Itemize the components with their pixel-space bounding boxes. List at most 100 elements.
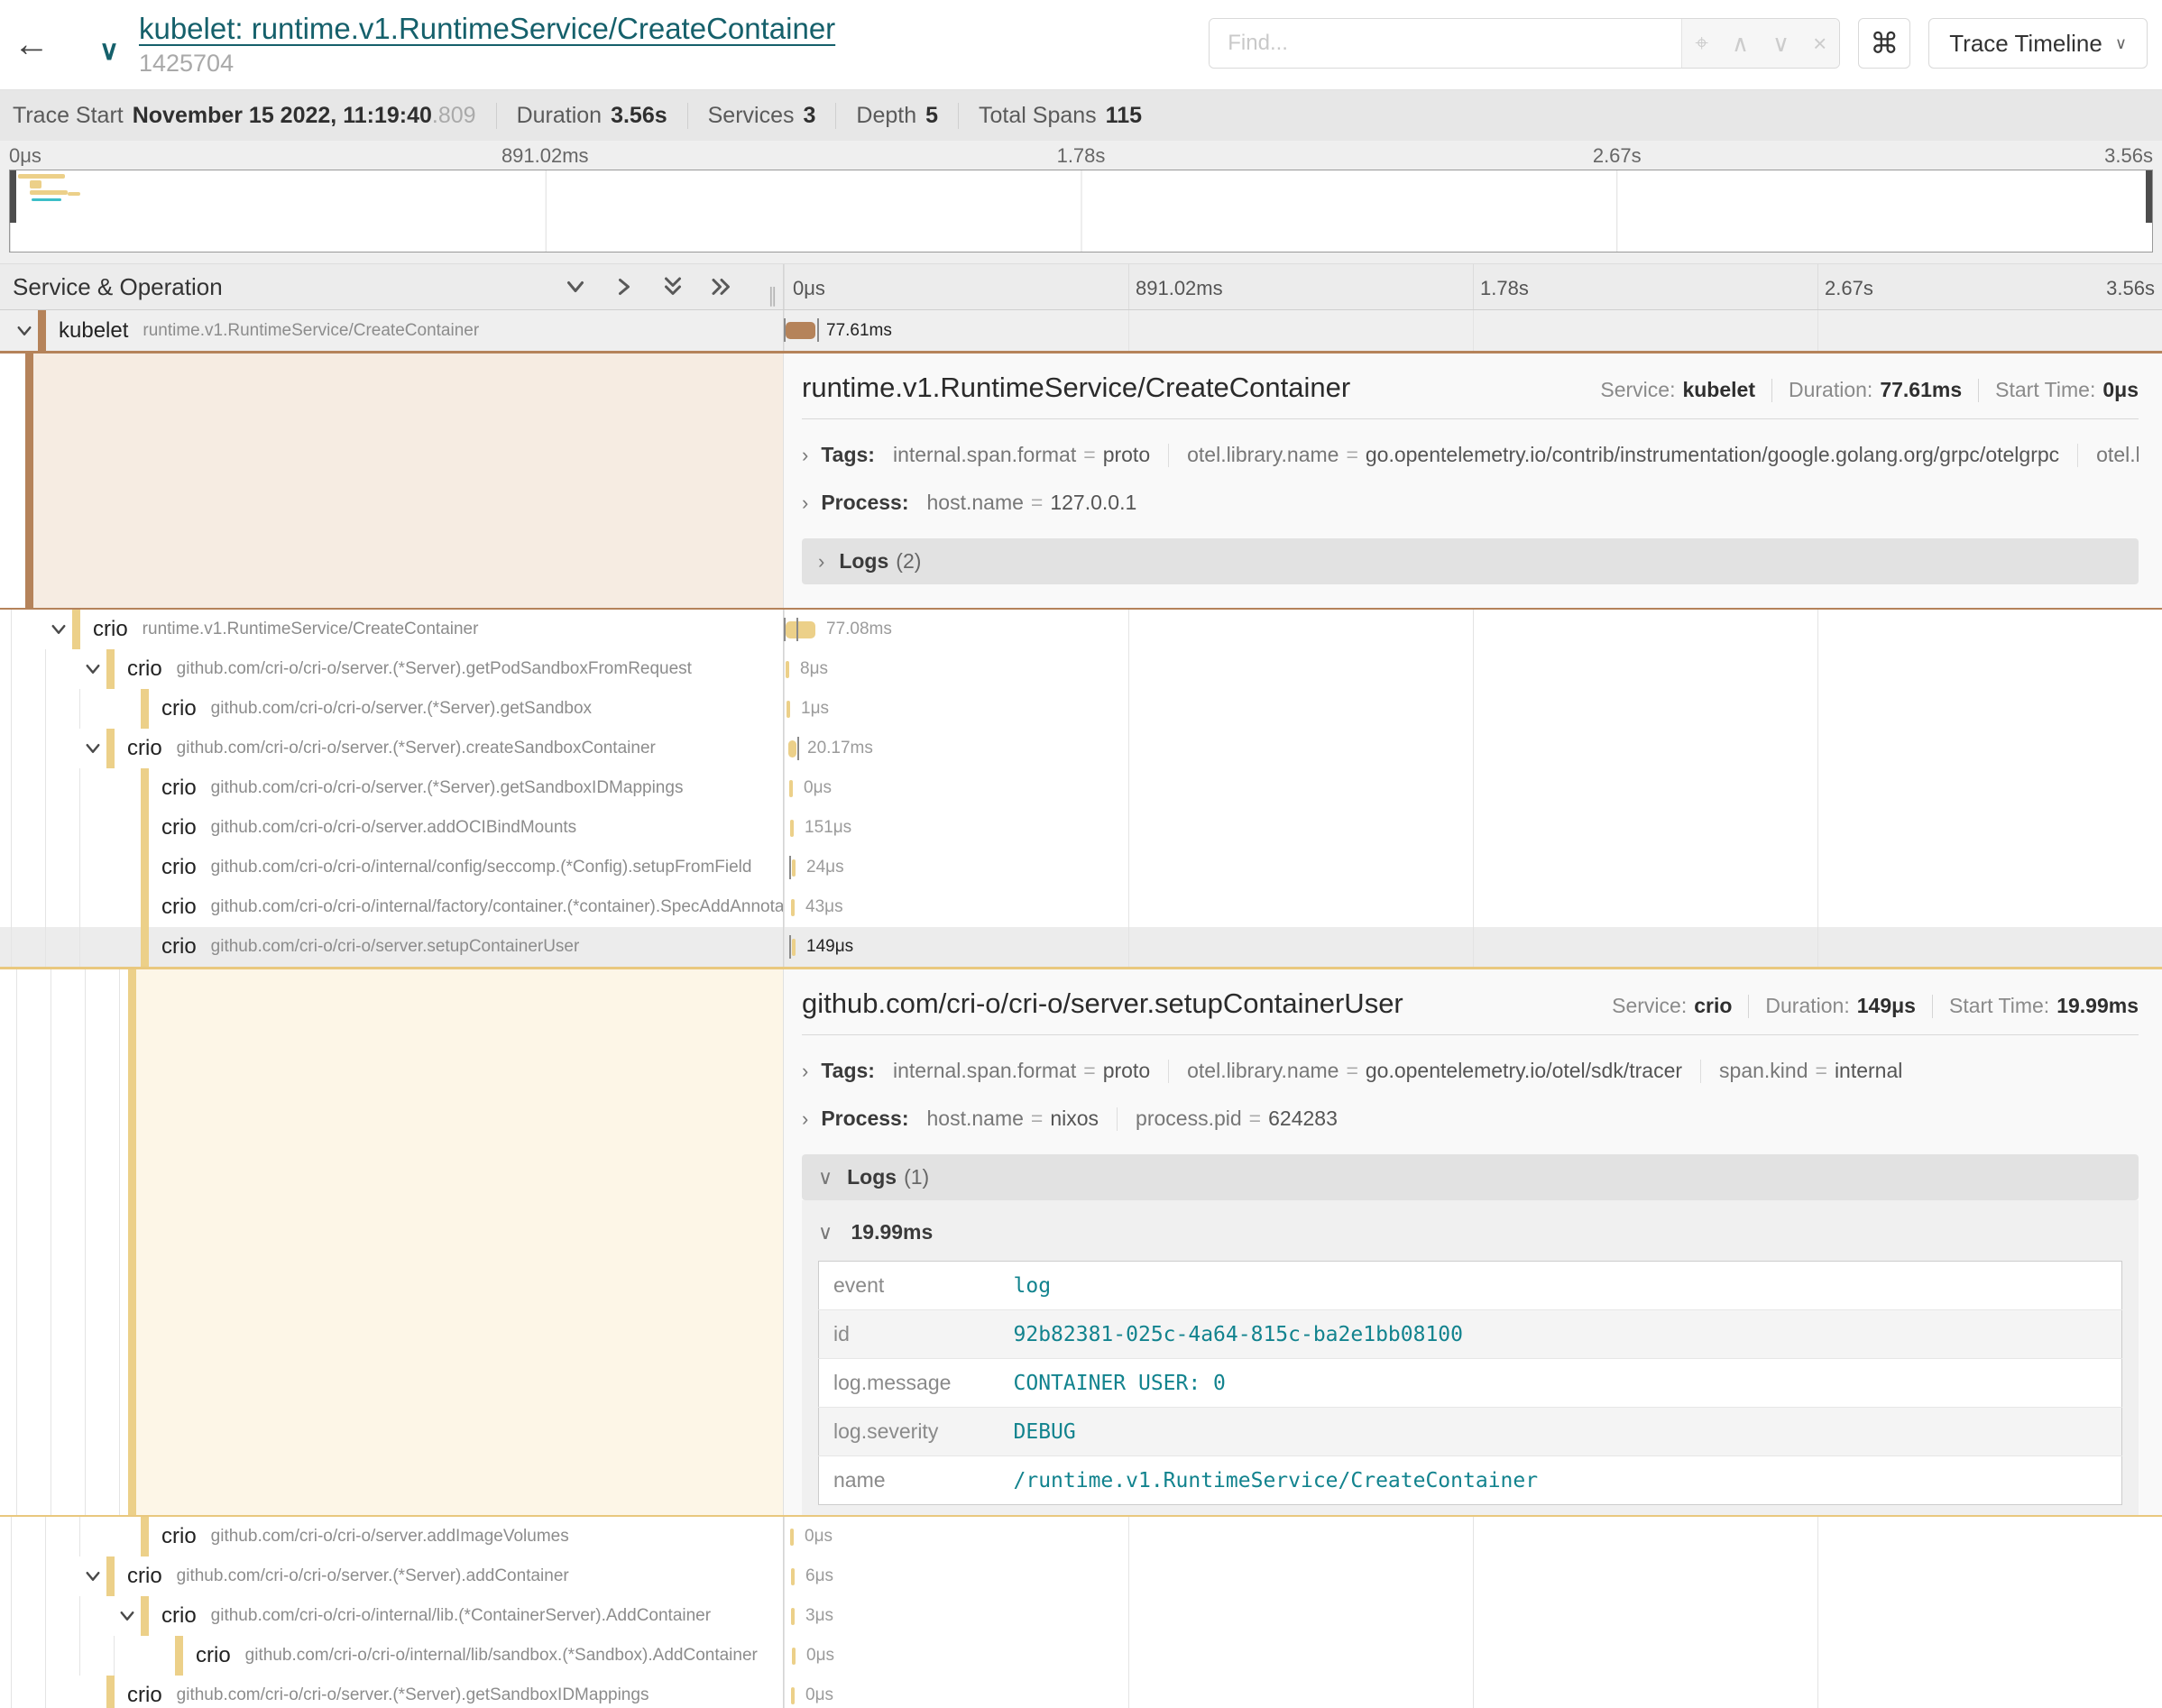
detail-title: github.com/cri-o/cri-o/server.setupConta… xyxy=(802,987,1403,1020)
trace-id: 1425704 xyxy=(139,50,835,78)
span-duration: 8μs xyxy=(800,659,828,679)
minimap-right-handle[interactable] xyxy=(2146,170,2152,223)
span-row-specaddannotations[interactable]: crio github.com/cri-o/cri-o/internal/fac… xyxy=(0,887,2162,927)
operation-name: github.com/cri-o/cri-o/internal/config/s… xyxy=(211,858,752,877)
focus-match-icon[interactable]: ⌖ xyxy=(1695,29,1708,58)
span-duration: 0μs xyxy=(804,778,832,798)
service-name: crio xyxy=(127,736,162,761)
next-match-icon[interactable]: ∨ xyxy=(1772,30,1789,58)
copy-link-icon[interactable] xyxy=(2117,605,2139,608)
view-selector-button[interactable]: Trace Timeline ∨ xyxy=(1928,18,2148,69)
span-bar[interactable] xyxy=(789,780,793,797)
span-bar[interactable] xyxy=(790,820,794,837)
span-duration: 6μs xyxy=(805,1566,833,1586)
process-row[interactable]: › Process: host.name=nixos process.pid=6… xyxy=(802,1107,2139,1131)
span-duration: 0μs xyxy=(805,1685,833,1705)
span-row-addcontainer[interactable]: crio github.com/cri-o/cri-o/server.(*Ser… xyxy=(0,1556,2162,1596)
log-entry-toggle[interactable]: ∨ 19.99ms xyxy=(818,1220,2122,1244)
minimap-span xyxy=(18,174,65,179)
tags-row[interactable]: › Tags: internal.span.format=proto otel.… xyxy=(802,443,2139,467)
detail-meta: Service:kubelet Duration:77.61ms Start T… xyxy=(1600,378,2139,402)
span-bar[interactable] xyxy=(791,1687,795,1704)
process-row[interactable]: › Process: host.name=127.0.0.1 xyxy=(802,491,2139,515)
minimap-left-handle[interactable] xyxy=(10,170,16,223)
operation-name: github.com/cri-o/cri-o/server.(*Server).… xyxy=(211,699,592,719)
expand-one-icon[interactable] xyxy=(613,276,635,298)
spanid-row: SpanID: 0174567d17a0448e xyxy=(802,604,2139,608)
row-expand-chevron-icon[interactable] xyxy=(79,1567,106,1585)
row-expand-chevron-icon[interactable] xyxy=(45,620,72,638)
span-bar[interactable] xyxy=(786,661,789,678)
span-row-kubelet-createcontainer[interactable]: kubelet runtime.v1.RuntimeService/Create… xyxy=(0,310,2162,351)
span-bar[interactable] xyxy=(792,1648,796,1665)
span-row-addocibindmounts[interactable]: crio github.com/cri-o/cri-o/server.addOC… xyxy=(0,808,2162,848)
span-bar[interactable] xyxy=(792,939,796,956)
span-row-lib-addcontainer[interactable]: crio github.com/cri-o/cri-o/internal/lib… xyxy=(0,1596,2162,1636)
chevron-down-icon: ∨ xyxy=(2115,34,2127,53)
span-row-seccomp-setupfromfield[interactable]: crio github.com/cri-o/cri-o/internal/con… xyxy=(0,848,2162,887)
trace-start: Trace StartNovember 15 2022, 11:19:40.80… xyxy=(13,103,476,129)
span-bar[interactable] xyxy=(786,322,815,339)
span-row-getsandboxidmappings[interactable]: crio github.com/cri-o/cri-o/server.(*Ser… xyxy=(0,768,2162,808)
log-fields-table: event log id 92b82381-025c-4a64-815c-ba2… xyxy=(818,1261,2122,1505)
span-bar[interactable] xyxy=(790,1529,794,1546)
tags-row[interactable]: › Tags: internal.span.format=proto otel.… xyxy=(802,1059,2139,1083)
logs-toggle[interactable]: ∨ Logs(1) xyxy=(802,1154,2139,1200)
trace-total-spans: Total Spans115 xyxy=(958,103,1142,129)
span-row-getpodsandboxfromrequest[interactable]: crio github.com/cri-o/cri-o/server.(*Ser… xyxy=(0,649,2162,689)
span-bar[interactable] xyxy=(791,899,795,916)
chevron-right-icon: › xyxy=(802,1107,808,1131)
service-color-strip xyxy=(128,969,136,1515)
span-bar[interactable] xyxy=(788,740,796,758)
span-bar[interactable] xyxy=(791,1608,795,1625)
find-controls: ⌖ ∧ ∨ × xyxy=(1681,19,1839,68)
keyboard-shortcuts-button[interactable]: ⌘ xyxy=(1858,18,1910,69)
clear-search-icon[interactable]: × xyxy=(1813,30,1826,58)
span-detail-setupcontaineruser: github.com/cri-o/cri-o/server.setupConta… xyxy=(0,967,2162,1517)
span-bar[interactable] xyxy=(791,1568,795,1585)
trace-services: Services3 xyxy=(687,103,816,129)
collapse-all-icon[interactable] xyxy=(662,276,684,298)
row-timeline: 77.61ms xyxy=(783,310,2162,351)
row-expand-chevron-icon[interactable] xyxy=(11,322,38,340)
span-bar[interactable] xyxy=(787,701,790,718)
span-row-crio-createcontainer[interactable]: crio runtime.v1.RuntimeService/CreateCon… xyxy=(0,610,2162,649)
log-field-row: log.message CONTAINER USER: 0 xyxy=(819,1359,2122,1408)
chevron-right-icon: › xyxy=(802,1060,808,1083)
trace-title-link[interactable]: kubelet: runtime.v1.RuntimeService/Creat… xyxy=(139,12,835,46)
trace-collapse-chevron-icon[interactable]: ∨ xyxy=(99,35,119,67)
expand-all-icon[interactable] xyxy=(711,276,732,298)
collapse-one-icon[interactable] xyxy=(565,276,586,298)
operation-name: github.com/cri-o/cri-o/server.(*Server).… xyxy=(177,659,692,679)
row-expand-chevron-icon[interactable] xyxy=(114,1607,141,1625)
span-row-getsandboxidmappings-2[interactable]: crio github.com/cri-o/cri-o/server.(*Ser… xyxy=(0,1676,2162,1708)
minimap-canvas[interactable] xyxy=(9,170,2153,253)
service-color-bar xyxy=(38,310,46,351)
row-timeline: 151μs xyxy=(783,808,2162,848)
operation-name: runtime.v1.RuntimeService/CreateContaine… xyxy=(143,321,479,341)
span-duration: 77.08ms xyxy=(826,620,892,639)
minimap-span xyxy=(30,190,68,195)
minimap-ticks: 0μs 891.02ms 1.78s 2.67s 3.56s xyxy=(9,141,2153,170)
back-button[interactable]: ← xyxy=(0,0,63,89)
logs-body: ∨ 19.99ms event log id 92b82381-025c-4a6… xyxy=(802,1200,2139,1515)
span-row-sandbox-addcontainer[interactable]: crio github.com/cri-o/cri-o/internal/lib… xyxy=(0,1636,2162,1676)
service-name: crio xyxy=(161,1603,197,1629)
row-expand-chevron-icon[interactable] xyxy=(79,739,106,758)
span-row-getsandbox[interactable]: crio github.com/cri-o/cri-o/server.(*Ser… xyxy=(0,689,2162,729)
column-resizer-handle[interactable]: ∥ xyxy=(768,284,777,308)
row-expand-chevron-icon[interactable] xyxy=(79,660,106,678)
prev-match-icon[interactable]: ∧ xyxy=(1732,30,1749,58)
find-input[interactable] xyxy=(1210,19,1681,68)
span-bar[interactable] xyxy=(786,621,815,638)
span-row-createsandboxcontainer[interactable]: crio github.com/cri-o/cri-o/server.(*Ser… xyxy=(0,729,2162,768)
row-timeline: 3μs xyxy=(783,1596,2162,1636)
back-arrow-icon: ← xyxy=(14,24,50,65)
timeline-axis: 0μs 891.02ms 1.78s 2.67s 3.56s xyxy=(783,264,2162,309)
span-row-setupcontaineruser[interactable]: crio github.com/cri-o/cri-o/server.setup… xyxy=(0,927,2162,967)
row-timeline: 20.17ms xyxy=(783,729,2162,768)
span-row-addimagevolumes[interactable]: crio github.com/cri-o/cri-o/server.addIm… xyxy=(0,1517,2162,1556)
logs-toggle[interactable]: › Logs(2) xyxy=(802,538,2139,584)
find-group: ⌖ ∧ ∨ × xyxy=(1209,18,1840,69)
span-bar[interactable] xyxy=(792,859,796,877)
